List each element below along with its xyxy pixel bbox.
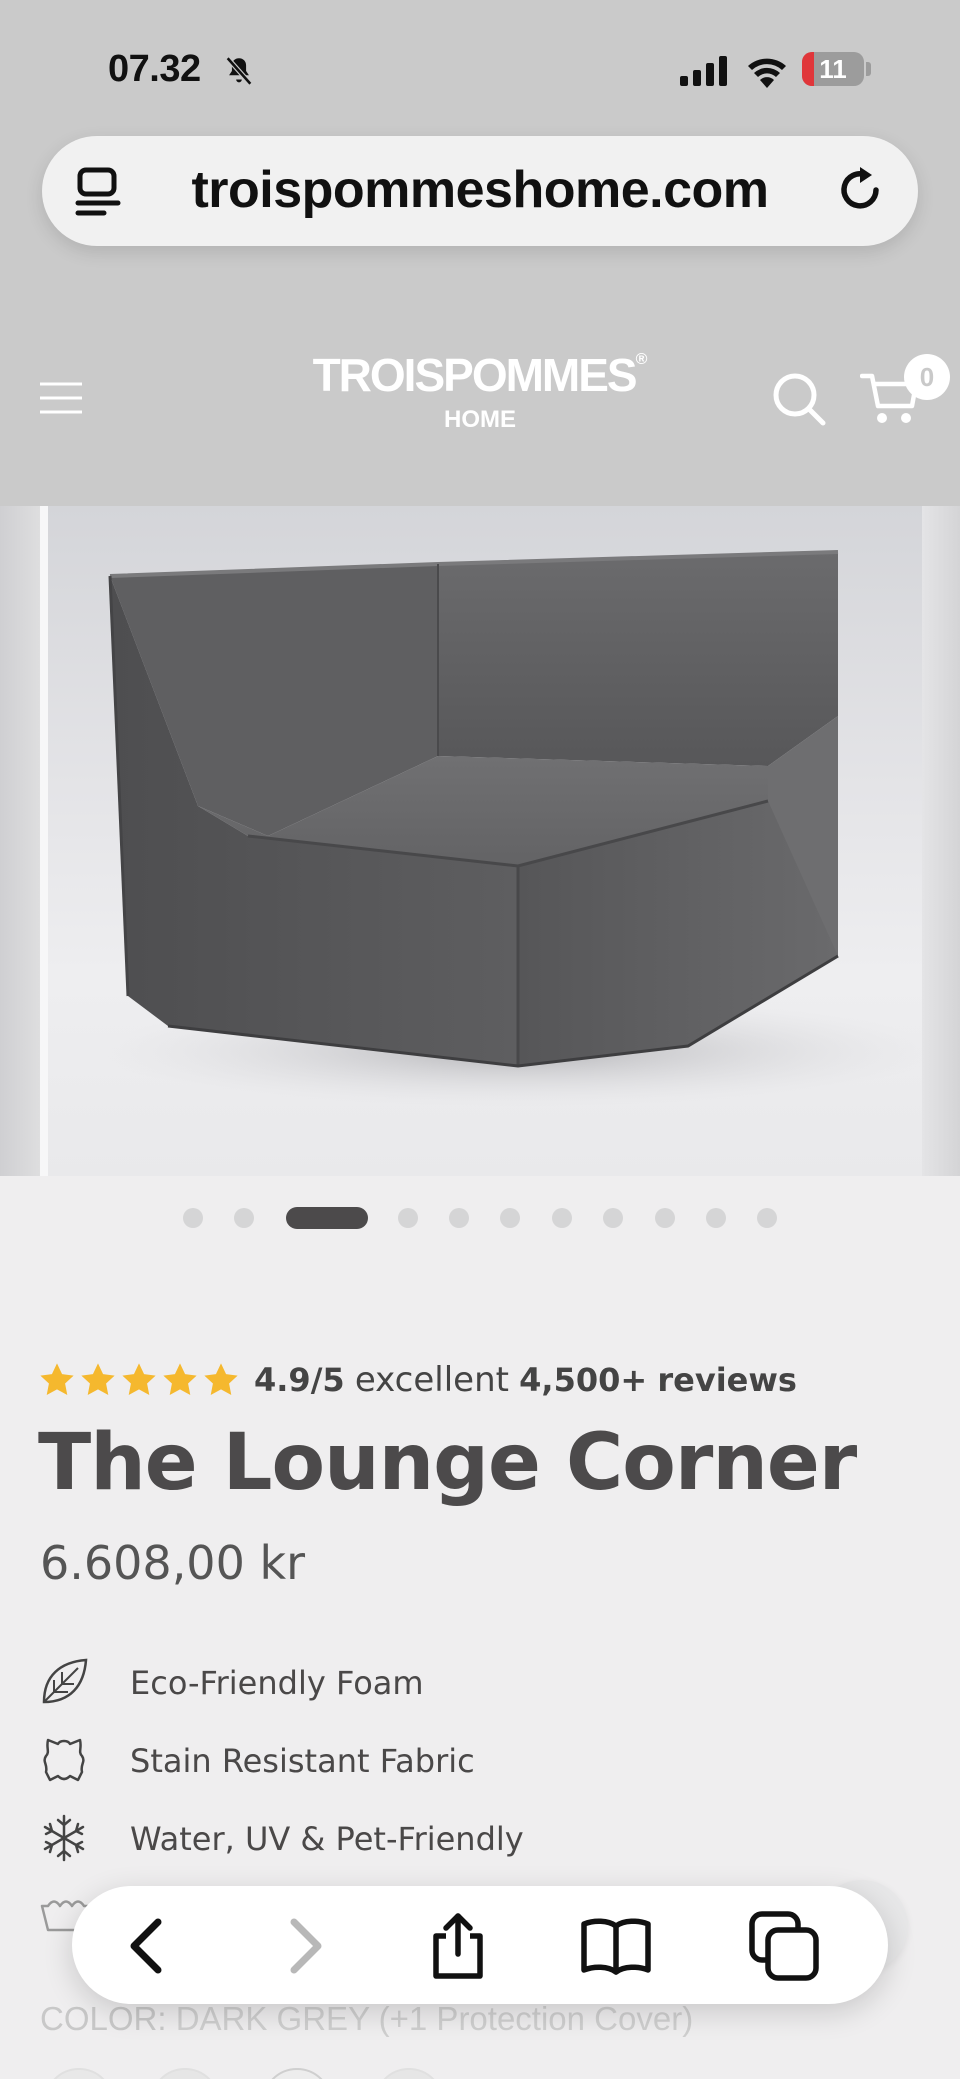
gallery-dot[interactable] — [603, 1208, 623, 1228]
product-image[interactable] — [48, 506, 922, 1176]
snowflake-icon — [43, 1814, 85, 1862]
bookmarks-button[interactable] — [580, 1910, 652, 1982]
top-chrome: 07.32 11 troispommeshome.com TROISPOMMES… — [0, 0, 960, 506]
battery-icon: 11 — [802, 52, 864, 86]
share-icon — [433, 1913, 483, 1979]
gallery-dot[interactable] — [398, 1208, 418, 1228]
star-rating — [38, 1361, 240, 1399]
rating-value: 4.9 — [254, 1361, 311, 1399]
bookmarks-book-icon — [581, 1918, 651, 1975]
forward-button[interactable] — [268, 1910, 340, 1982]
color-value: DARK GREY (+1 Protection Cover) — [175, 2000, 694, 2037]
product-title: The Lounge Corner — [38, 1418, 857, 1508]
color-label: COLOR: — [40, 2000, 167, 2037]
feature-label: Stain Resistant Fabric — [130, 1742, 475, 1780]
leaf-icon — [42, 1658, 88, 1704]
brand-sub: HOME — [444, 406, 516, 433]
forward-arrow-icon — [290, 1918, 322, 1974]
color-swatch[interactable] — [150, 2068, 220, 2079]
feature-item: Stain Resistant Fabric — [38, 1732, 738, 1788]
rating-word: excellent — [354, 1360, 509, 1400]
lounge-chair-image — [98, 550, 922, 1106]
reviews-count: 4,500+ — [519, 1361, 648, 1399]
tabs-button[interactable] — [748, 1910, 820, 1982]
product-price: 6.608,00 kr — [40, 1536, 306, 1590]
gallery-dot-active[interactable] — [286, 1207, 368, 1229]
gallery-dot[interactable] — [500, 1208, 520, 1228]
search-icon[interactable] — [770, 370, 828, 428]
star-icon — [40, 1363, 74, 1396]
cart-count-badge: 0 — [904, 354, 950, 400]
status-time: 07.32 — [108, 48, 201, 90]
rating-row[interactable]: 4.9/5 excellent 4,500+ reviews — [38, 1358, 797, 1402]
rating-scale: /5 — [310, 1361, 345, 1399]
previous-slide-peek[interactable] — [0, 506, 40, 1176]
star-icon — [122, 1363, 156, 1396]
color-swatch[interactable] — [374, 2068, 444, 2079]
registered-mark: ® — [635, 351, 648, 368]
gallery-dot[interactable] — [706, 1208, 726, 1228]
url-text[interactable]: troispommeshome.com — [142, 160, 818, 220]
brand-name: TROISPOMMES — [312, 349, 638, 401]
page-menu-icon[interactable] — [74, 166, 126, 218]
address-bar[interactable]: troispommeshome.com — [42, 136, 918, 246]
color-swatch[interactable] — [44, 2068, 114, 2079]
back-button[interactable] — [112, 1910, 184, 1982]
gallery-dot[interactable] — [234, 1208, 254, 1228]
reload-icon[interactable] — [832, 162, 888, 218]
brand-logo[interactable]: TROISPOMMES® HOME — [280, 352, 680, 434]
product-gallery[interactable] — [0, 506, 960, 1176]
reviews-word: reviews — [657, 1361, 797, 1399]
rating-summary: 4.9/5 excellent 4,500+ reviews — [254, 1360, 797, 1400]
cellular-signal-icon — [680, 56, 727, 86]
gallery-dot[interactable] — [757, 1208, 777, 1228]
gallery-dot[interactable] — [183, 1208, 203, 1228]
gallery-dot[interactable] — [449, 1208, 469, 1228]
battery-level: 11 — [819, 54, 847, 84]
leather-hide-icon — [43, 1738, 85, 1782]
feature-label: Water, UV & Pet-Friendly — [130, 1820, 524, 1858]
star-icon — [81, 1363, 115, 1396]
next-slide-peek[interactable] — [922, 506, 960, 1176]
star-icon — [204, 1363, 238, 1396]
feature-item: Eco-Friendly Foam — [38, 1654, 738, 1710]
gallery-dot[interactable] — [655, 1208, 675, 1228]
feature-item: Water, UV & Pet-Friendly — [38, 1810, 738, 1866]
color-swatch[interactable] — [262, 2068, 332, 2079]
back-arrow-icon — [130, 1918, 162, 1974]
star-icon — [163, 1363, 197, 1396]
share-button[interactable] — [422, 1910, 494, 1982]
browser-toolbar — [72, 1886, 888, 2004]
color-selector-label: COLOR: DARK GREY (+1 Protection Cover) — [40, 2000, 693, 2038]
tabs-icon — [749, 1911, 819, 1981]
gallery-dot[interactable] — [552, 1208, 572, 1228]
wifi-icon — [748, 58, 786, 88]
feature-label: Eco-Friendly Foam — [130, 1664, 424, 1702]
gallery-pagination[interactable] — [0, 1204, 960, 1229]
bell-slash-icon — [225, 56, 253, 86]
hamburger-menu-icon[interactable] — [38, 380, 84, 416]
